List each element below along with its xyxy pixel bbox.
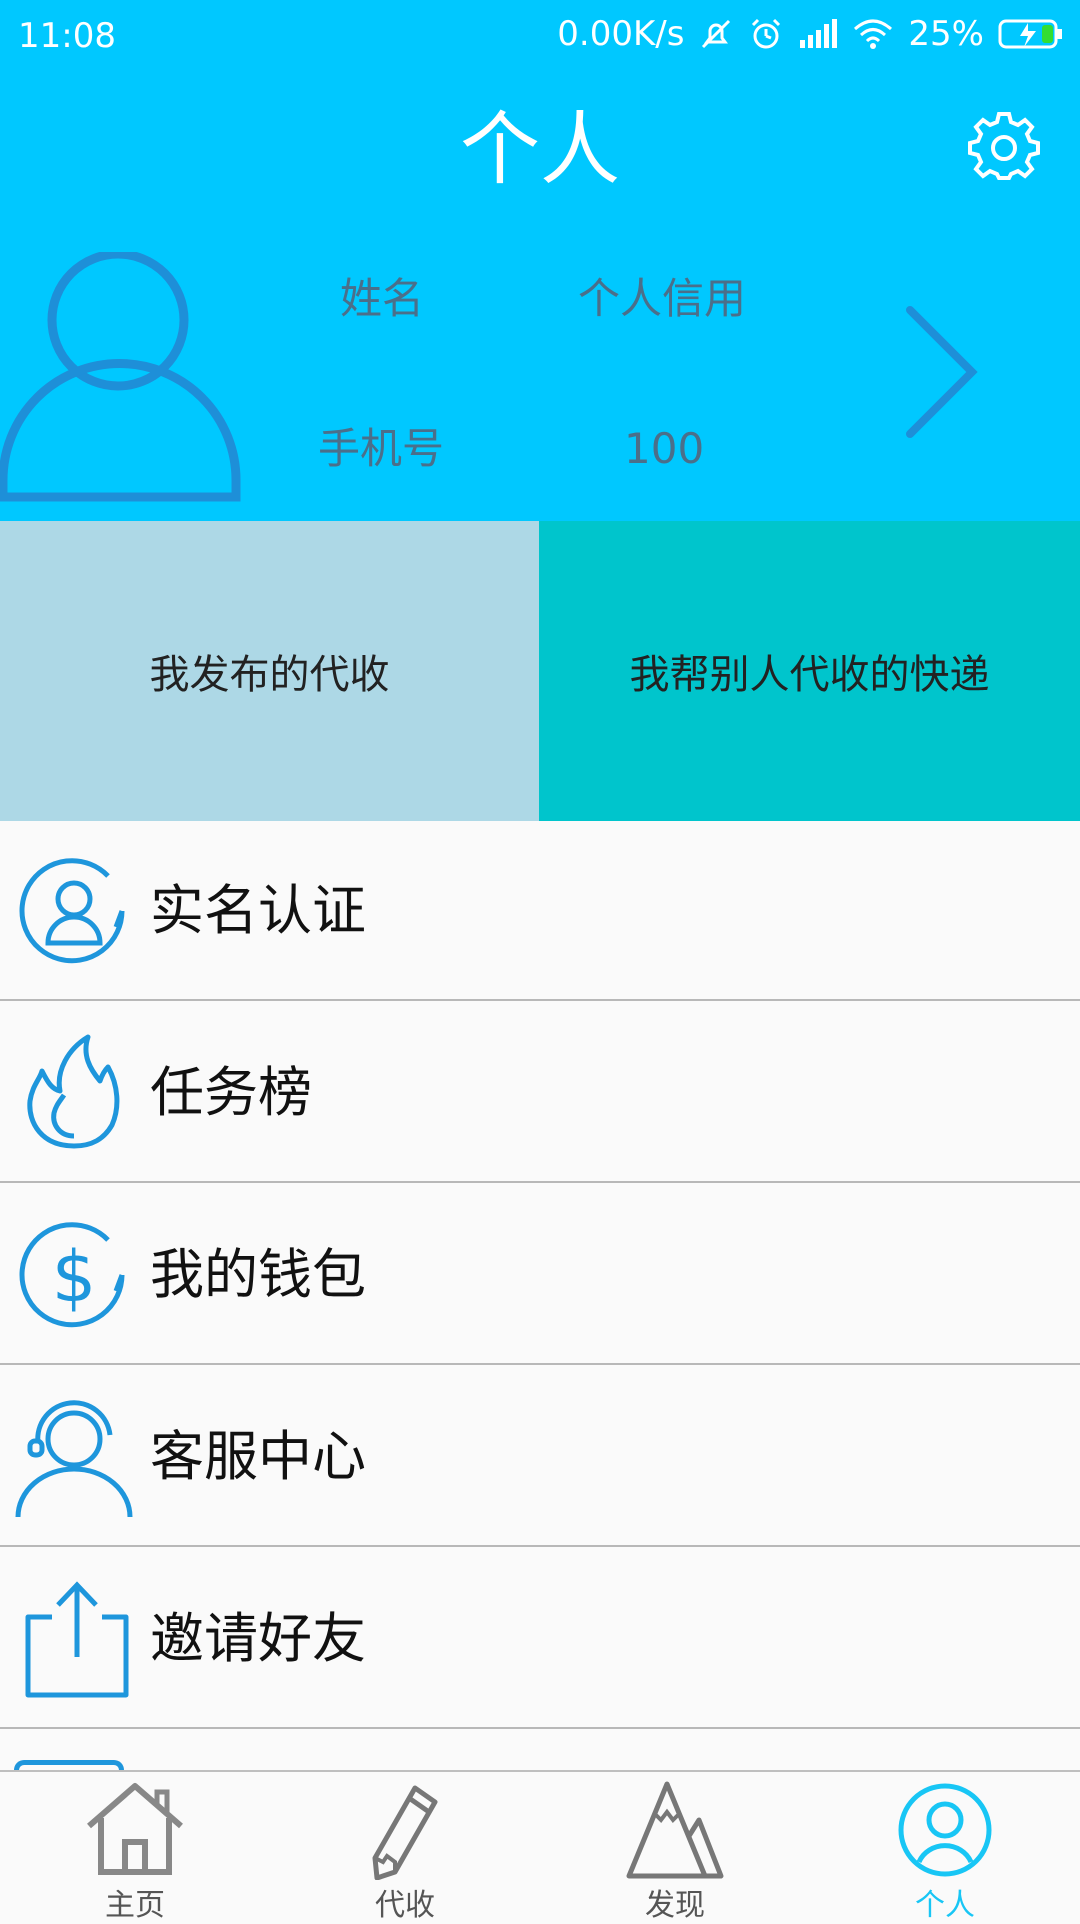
- list-item-label: 我的钱包: [150, 1243, 366, 1306]
- svg-text:$: $: [52, 1236, 97, 1318]
- list-item-label: 客服中心: [150, 1425, 366, 1488]
- helped-collect-parcels-button[interactable]: 我帮别人代收的快递: [539, 521, 1080, 821]
- home-icon: [85, 1780, 185, 1880]
- list-item-wallet[interactable]: $ 我的钱包: [0, 1185, 1080, 1365]
- list-item-label: 实名认证: [150, 879, 366, 942]
- tab-label: 代收: [375, 1888, 435, 1923]
- tab-personal[interactable]: 个人: [810, 1772, 1080, 1923]
- my-published-collections-label: 我发布的代收: [149, 652, 390, 698]
- bottom-nav: 主页 代收 发现 个人: [0, 1770, 1080, 1923]
- tab-label: 发现: [645, 1888, 705, 1923]
- wifi-icon: [852, 17, 894, 51]
- status-time: 11:08: [18, 16, 116, 56]
- tab-discover[interactable]: 发现: [540, 1772, 810, 1923]
- chevron-right-icon[interactable]: [900, 302, 990, 442]
- list-item-task-ranking[interactable]: 任务榜: [0, 1003, 1080, 1183]
- alarm-icon: [748, 16, 784, 52]
- user-verify-icon: [12, 849, 136, 973]
- battery-charging-icon: [998, 17, 1064, 51]
- list-item-invite-friends[interactable]: 邀请好友: [0, 1549, 1080, 1729]
- phone-label: 手机号: [318, 424, 445, 473]
- list-item-customer-service[interactable]: 客服中心: [0, 1367, 1080, 1547]
- flame-icon: [12, 1031, 136, 1155]
- list-item-real-name-verify[interactable]: 实名认证: [0, 821, 1080, 1001]
- tab-collect[interactable]: 代收: [270, 1772, 540, 1923]
- list-item-label: 邀请好友: [150, 1607, 366, 1670]
- credit-label: 个人信用: [578, 274, 747, 323]
- list-item-label: 任务榜: [150, 1061, 312, 1124]
- user-circle-icon: [895, 1780, 995, 1880]
- status-right: 0.00K/s 25%: [557, 14, 1064, 54]
- headset-icon: [12, 1395, 136, 1519]
- profile-header: 11:08 0.00K/s 25% 个人 姓名 个人信用 手机号 100: [0, 0, 1080, 521]
- battery-text: 25%: [908, 14, 984, 54]
- credit-value: 100: [624, 424, 705, 473]
- gear-icon[interactable]: [968, 112, 1040, 184]
- avatar[interactable]: [0, 249, 245, 502]
- share-icon: [12, 1577, 136, 1701]
- pencil-icon: [355, 1780, 455, 1881]
- network-speed: 0.00K/s: [557, 14, 685, 54]
- tab-label: 个人: [915, 1888, 975, 1923]
- status-bar: 11:08 0.00K/s 25%: [0, 0, 1080, 76]
- helped-collect-parcels-label: 我帮别人代收的快递: [629, 652, 990, 698]
- page-title: 个人: [460, 103, 620, 196]
- name-label: 姓名: [340, 274, 425, 323]
- my-published-collections-button[interactable]: 我发布的代收: [0, 521, 539, 821]
- tab-home[interactable]: 主页: [0, 1772, 270, 1923]
- dollar-icon: $: [12, 1213, 136, 1337]
- signal-icon: [798, 18, 838, 50]
- tab-label: 主页: [105, 1888, 165, 1923]
- mute-icon: [698, 16, 734, 52]
- mountain-icon: [625, 1780, 725, 1880]
